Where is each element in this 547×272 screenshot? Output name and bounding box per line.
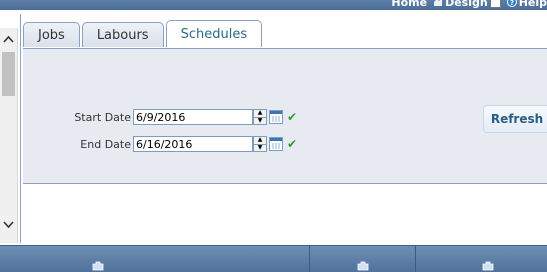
tab-schedules[interactable]: Schedules (165, 20, 263, 47)
bottom-toolbar (0, 245, 547, 272)
calendar-icon[interactable] (269, 137, 283, 151)
end-date-input[interactable] (133, 136, 253, 152)
help-label: Help (518, 0, 547, 9)
top-menu: Home Design ? Help (391, 0, 547, 10)
home-label: Home (391, 0, 428, 9)
scroll-thumb[interactable] (2, 52, 15, 96)
start-date-label: Start Date (74, 110, 131, 124)
chevron-down-icon (3, 220, 14, 228)
spin-down-icon[interactable]: ▼ (254, 143, 266, 152)
svg-text:?: ? (510, 0, 514, 7)
toolbar-separator (309, 246, 310, 272)
start-date-input[interactable] (133, 109, 253, 125)
tab-labours[interactable]: Labours (81, 22, 164, 47)
scroll-up-arrow[interactable] (0, 30, 17, 47)
puzzle-icon[interactable] (357, 261, 369, 271)
end-date-row: End Date ▲ ▼ ✔ (23, 136, 297, 152)
tab-schedules-label: Schedules (180, 26, 248, 42)
toolbar-separator (415, 246, 416, 272)
checkmark-icon: ✔ (287, 110, 298, 124)
calendar-icon[interactable] (269, 110, 283, 124)
scroll-down-arrow[interactable] (0, 216, 17, 233)
tab-strip: Jobs Labours Schedules (23, 20, 263, 48)
vertical-scrollbar[interactable] (0, 28, 18, 243)
puzzle-icon[interactable] (482, 261, 494, 271)
tab-labours-label: Labours (96, 27, 149, 43)
start-date-row: Start Date ▲ ▼ ✔ (23, 109, 297, 125)
refresh-button[interactable]: Refresh (483, 105, 547, 133)
puzzle-icon[interactable] (92, 261, 104, 271)
chevron-up-icon (3, 35, 14, 43)
spin-down-icon[interactable]: ▼ (254, 116, 266, 125)
tab-jobs[interactable]: Jobs (23, 22, 80, 47)
tab-jobs-label: Jobs (38, 27, 65, 43)
end-date-label: End Date (80, 137, 131, 151)
design-icon (434, 0, 443, 6)
schedules-panel: Start Date ▲ ▼ ✔ End Date ▲ ▼ ✔ Refresh (23, 48, 547, 184)
start-date-spinner[interactable]: ▲ ▼ (253, 109, 267, 125)
refresh-label: Refresh (490, 112, 544, 126)
help-icon: ? (506, 0, 517, 7)
end-date-spinner[interactable]: ▲ ▼ (253, 136, 267, 152)
design-checkbox[interactable] (489, 0, 501, 8)
help-link[interactable]: ? Help (506, 0, 547, 9)
design-label: Design (445, 0, 488, 9)
checkmark-icon: ✔ (287, 137, 298, 151)
home-link[interactable]: Home (391, 0, 427, 9)
design-link[interactable]: Design (433, 0, 501, 9)
content-frame: Jobs Labours Schedules Start Date ▲ ▼ ✔ … (20, 14, 547, 243)
